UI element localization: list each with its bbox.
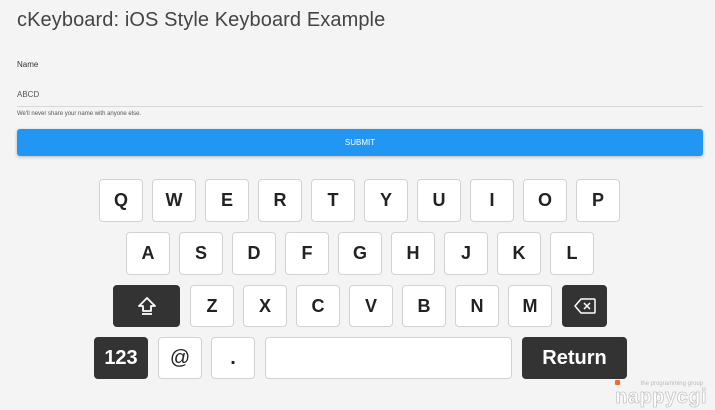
key-h[interactable]: H	[391, 232, 435, 275]
name-label: Name	[17, 60, 39, 69]
key-d[interactable]: D	[232, 232, 276, 275]
key-s[interactable]: S	[179, 232, 223, 275]
key-v[interactable]: V	[349, 285, 393, 327]
key-a[interactable]: A	[126, 232, 170, 275]
logo-name: nappycgi	[615, 386, 707, 408]
page-title: cKeyboard: iOS Style Keyboard Example	[17, 9, 386, 31]
key-y[interactable]: Y	[364, 179, 408, 222]
backspace-icon	[573, 298, 596, 314]
key-q[interactable]: Q	[99, 179, 143, 222]
shift-icon	[136, 295, 158, 317]
key-i[interactable]: I	[470, 179, 514, 222]
key-t[interactable]: T	[311, 179, 355, 222]
key-n[interactable]: N	[455, 285, 499, 327]
key-f[interactable]: F	[285, 232, 329, 275]
key-m[interactable]: M	[508, 285, 552, 327]
help-text: We'll never share your name with anyone …	[17, 111, 142, 117]
backspace-key[interactable]	[562, 285, 607, 327]
numbers-key[interactable]: 123	[94, 337, 148, 379]
space-key[interactable]	[265, 337, 512, 379]
return-key[interactable]: Return	[522, 337, 627, 379]
key-k[interactable]: K	[497, 232, 541, 275]
name-input[interactable]	[17, 82, 703, 107]
key-u[interactable]: U	[417, 179, 461, 222]
dot-key[interactable]: .	[211, 337, 255, 379]
key-l[interactable]: L	[550, 232, 594, 275]
key-x[interactable]: X	[243, 285, 287, 327]
key-p[interactable]: P	[576, 179, 620, 222]
key-w[interactable]: W	[152, 179, 196, 222]
nappycgi-logo: the programming group nappycgi	[615, 380, 707, 408]
key-o[interactable]: O	[523, 179, 567, 222]
key-g[interactable]: G	[338, 232, 382, 275]
key-c[interactable]: C	[296, 285, 340, 327]
key-z[interactable]: Z	[190, 285, 234, 327]
key-j[interactable]: J	[444, 232, 488, 275]
at-key[interactable]: @	[158, 337, 202, 379]
shift-key[interactable]	[113, 285, 180, 327]
key-b[interactable]: B	[402, 285, 446, 327]
key-e[interactable]: E	[205, 179, 249, 222]
submit-button[interactable]: SUBMIT	[17, 129, 703, 156]
logo-mark-icon	[615, 380, 621, 385]
key-r[interactable]: R	[258, 179, 302, 222]
